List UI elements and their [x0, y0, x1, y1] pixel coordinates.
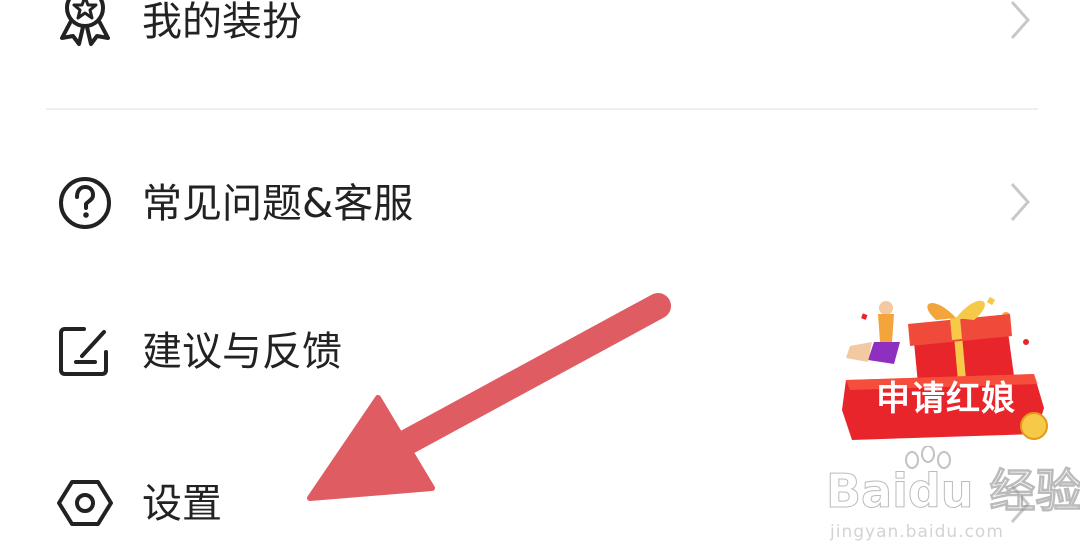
chevron-right-icon	[1010, 1, 1031, 39]
watermark-url: jingyan.baidu.com	[830, 522, 1004, 542]
promo-label: 申请红娘	[876, 379, 1016, 419]
gift-box-icon	[842, 296, 1048, 440]
question-circle-icon	[59, 177, 111, 229]
hexagon-settings-icon	[57, 480, 113, 526]
feedback-edit-icon	[59, 327, 108, 376]
menu-item-label: 建议与反馈	[142, 329, 342, 375]
chevron-right-icon	[1010, 183, 1031, 221]
menu-item-faq-support[interactable]: 常见问题&客服	[0, 142, 1080, 262]
watermark: Baidu 经验 jingyan.baidu.com	[826, 446, 1080, 546]
menu-item-label: 常见问题&客服	[142, 181, 414, 227]
divider	[46, 108, 1038, 110]
menu-item-dress-up[interactable]: 我的装扮	[0, 0, 1080, 82]
medal-icon	[60, 0, 110, 46]
menu-page: 我的装扮 常见问题&客服 建议与反馈 设置 申请红娘 Baidu 经验 jing…	[0, 0, 1080, 560]
menu-item-label: 设置	[142, 481, 222, 527]
watermark-logo: Baidu 经验	[826, 464, 1080, 518]
matchmaker-promo-badge[interactable]: 申请红娘	[838, 284, 1052, 452]
menu-item-label: 我的装扮	[142, 0, 302, 45]
